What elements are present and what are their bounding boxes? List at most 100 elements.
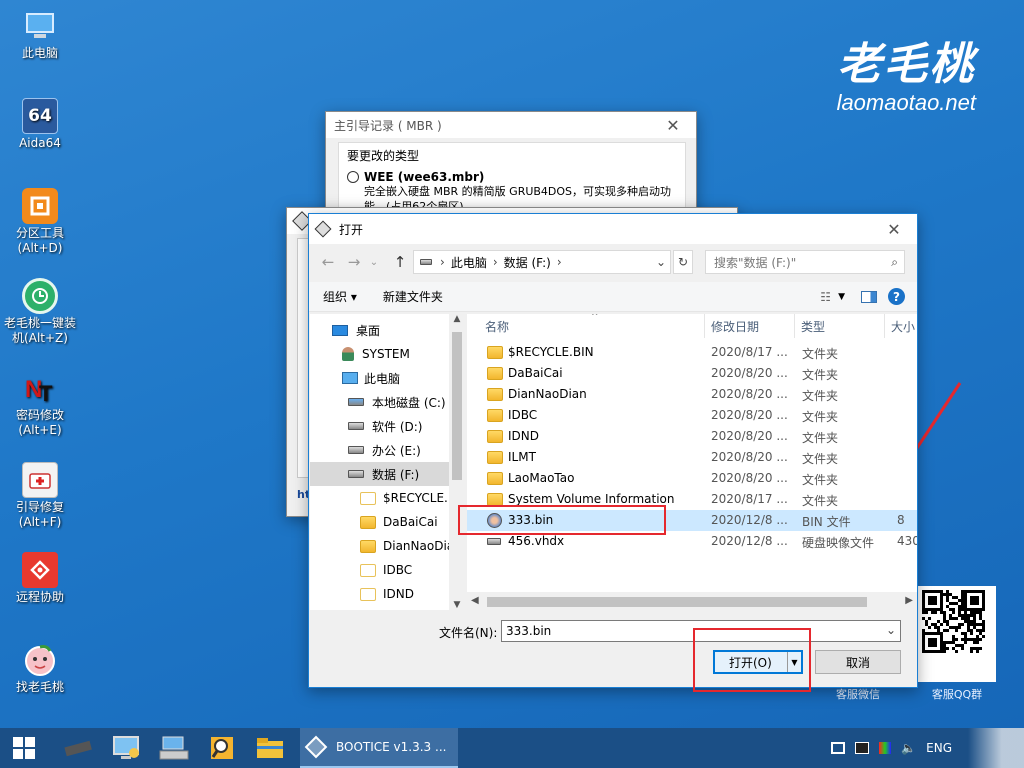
remote-assist-icon [22,552,58,588]
scroll-left-icon[interactable]: ◀ [471,595,479,606]
tree-item-drive-c[interactable]: 本地磁盘 (C:) [348,390,446,414]
color-palette-icon[interactable] [879,742,892,754]
tree-scrollbar[interactable]: ▲ ▼ [449,314,465,610]
tree-item-folder[interactable]: IDBC [360,558,412,582]
up-arrow-icon[interactable]: ↑ [389,250,411,274]
tree-item-folder[interactable]: DaBaiCai [360,510,438,534]
organize-menu[interactable]: 组织 ▾ [323,288,357,305]
taskbar-file-explorer[interactable] [246,728,294,768]
tree-item-drive-e[interactable]: 办公 (E:) [348,438,421,462]
taskbar-memory-tool[interactable] [54,728,102,768]
close-icon[interactable]: ✕ [871,214,917,244]
close-icon[interactable]: ✕ [650,112,696,138]
show-desktop-strip[interactable] [968,728,1024,768]
desktop-icon-find-laomaotao[interactable]: 找老毛桃 [2,642,78,695]
taskbar-app-label: BOOTICE v1.3.3 ... [336,740,447,754]
file-row[interactable]: DaBaiCai 2020/8/20 ... 文件夹 [467,363,917,384]
tree-item-folder[interactable]: $RECYCLE.B [360,486,456,510]
folder-icon [487,430,503,443]
desktop-icon-installer[interactable]: 老毛桃一键装 机(Alt+Z) [0,278,80,346]
taskbar-desktop-tool[interactable] [102,728,150,768]
column-header-type[interactable]: 类型 [795,314,885,338]
desktop-icon-partition-tool[interactable]: 分区工具 (Alt+D) [2,188,78,256]
language-indicator[interactable]: ENG [926,741,952,755]
folder-icon [487,367,503,380]
address-dropdown-icon[interactable]: ⌄ [656,255,666,269]
column-header-name[interactable]: 名称 ^ [479,314,705,338]
file-row[interactable]: LaoMaoTao 2020/8/20 ... 文件夹 [467,468,917,489]
file-type: 文件夹 [802,473,839,487]
radio-button-wee[interactable] [347,171,359,183]
file-row[interactable]: IDND 2020/8/20 ... 文件夹 [467,426,917,447]
preview-pane-icon[interactable] [861,290,877,303]
desktop-icon-password[interactable]: NT 密码修改 (Alt+E) [2,370,78,438]
address-bar[interactable]: › 此电脑 › 数据 (F:) › ⌄ [413,250,671,274]
aida64-icon: 64 [22,98,58,134]
new-folder-button[interactable]: 新建文件夹 [383,288,443,305]
breadcrumb-this-pc[interactable]: 此电脑 [451,254,487,271]
desktop-icon-this-pc[interactable]: 此电脑 [2,8,78,61]
network-icon[interactable] [831,742,846,754]
column-header-date[interactable]: 修改日期 [705,314,795,338]
filename-dropdown-icon[interactable]: ⌄ [886,623,896,637]
volume-icon[interactable]: 🔈 [901,741,916,755]
scroll-right-icon[interactable]: ▶ [905,595,913,606]
mbr-option-name: WEE (wee63.mbr) [364,170,485,184]
open-dialog-title: 打开 [339,222,364,237]
chevron-right-icon: › [556,255,562,269]
disk-image-icon [487,538,501,545]
tree-item-desktop[interactable]: 桌面 [332,318,380,342]
scroll-thumb[interactable] [452,332,462,480]
file-row[interactable]: $RECYCLE.BIN 2020/8/17 ... 文件夹 [467,342,917,363]
tree-item-folder[interactable]: IDND [360,582,414,606]
file-row[interactable]: IDBC 2020/8/20 ... 文件夹 [467,405,917,426]
help-icon[interactable]: ? [888,288,905,305]
file-row[interactable]: ILMT 2020/8/20 ... 文件夹 [467,447,917,468]
scroll-up-icon[interactable]: ▲ [449,314,465,324]
horizontal-scrollbar[interactable]: ◀ ▶ [467,594,917,610]
taskbar-keyboard-tool[interactable] [150,728,198,768]
drive-icon [348,422,364,430]
folder-icon [487,409,503,422]
desktop-icon-aida64[interactable]: 64 Aida64 [2,98,78,151]
tree-label: $RECYCLE.B [383,491,457,505]
column-header-size[interactable]: 大小 [885,314,917,338]
desktop-icon-boot-repair[interactable]: 引导修复 (Alt+F) [2,462,78,530]
back-arrow-icon[interactable]: ← [317,250,339,274]
cancel-button[interactable]: 取消 [815,650,901,674]
search-input[interactable]: 搜索"数据 (F:)" ⌕ [705,250,905,274]
view-options-icon[interactable]: ☷ [820,290,831,304]
brand-logo: 老毛桃 laomaotao.net [837,40,976,116]
file-type: BIN 文件 [802,515,851,529]
file-date: 2020/8/17 ... [711,345,788,359]
tree-label: 软件 (D:) [372,419,423,434]
recent-locations-chevron-icon[interactable]: ⌄ [367,250,381,274]
desktop-icon-remote-assist[interactable]: 远程协助 [2,552,78,605]
view-dropdown-icon[interactable]: ▼ [838,292,845,302]
start-button[interactable] [0,728,48,768]
tree-item-drive-f[interactable]: 数据 (F:) [310,462,464,486]
chevron-right-icon: › [492,255,498,269]
desktop-icon-label: 密码修改 (Alt+E) [15,408,64,437]
taskbar-active-app[interactable]: BOOTICE v1.3.3 ... [300,728,458,768]
tree-item-system[interactable]: SYSTEM [342,342,410,366]
refresh-button[interactable]: ↻ [673,250,693,274]
scroll-thumb[interactable] [487,597,867,607]
tree-item-drive-d[interactable]: 软件 (D:) [348,414,422,438]
file-date: 2020/8/20 ... [711,387,788,401]
display-icon[interactable] [855,742,870,754]
mbr-dialog: 主引导记录 ( MBR ) ✕ 要更改的类型 WEE (wee63.mbr) 完… [325,111,697,221]
forward-arrow-icon[interactable]: → [343,250,365,274]
taskbar-search-tool[interactable] [198,728,246,768]
tree-item-folder[interactable]: DianNaoDia [360,534,454,558]
file-date: 2020/8/20 ... [711,429,788,443]
file-name: ILMT [508,450,536,464]
tree-item-this-pc[interactable]: 此电脑 [342,366,400,390]
scroll-down-icon[interactable]: ▼ [449,600,465,610]
desktop-icon-label: 分区工具 (Alt+D) [15,226,64,255]
file-row[interactable]: DianNaoDian 2020/8/20 ... 文件夹 [467,384,917,405]
qr-caption-wechat: 客服微信 [836,688,880,701]
password-icon: NT [22,370,58,406]
desktop-icon-label: Aida64 [19,136,61,150]
breadcrumb-drive-f[interactable]: 数据 (F:) [504,254,551,271]
